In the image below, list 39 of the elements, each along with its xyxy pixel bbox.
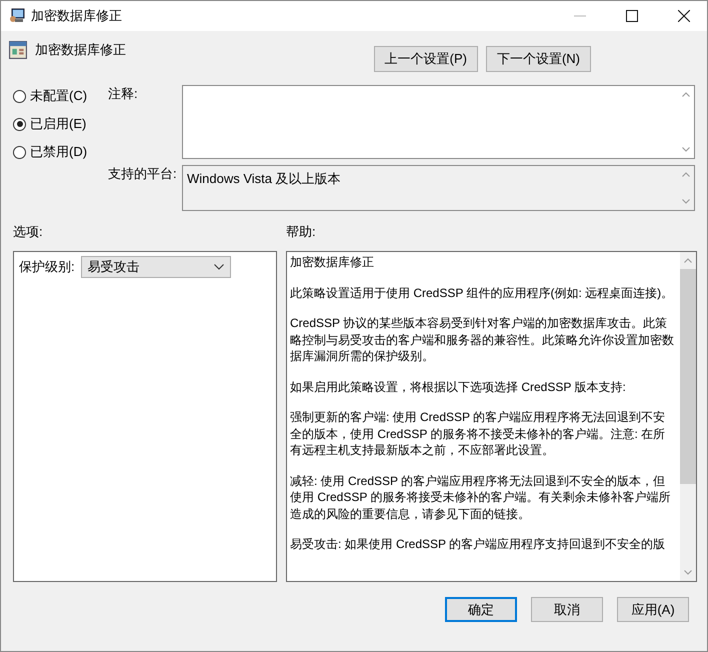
radio-button[interactable]	[13, 90, 26, 102]
dialog-button[interactable]: 取消	[531, 597, 603, 622]
radio-option[interactable]: 已禁用(D)	[13, 143, 108, 161]
nav-button[interactable]: 下一个设置(N)	[486, 46, 591, 72]
help-paragraph: 强制更新的客户端: 使用 CredSSP 的客户端应用程序将无法回退到不安全的版本，使用 CredSSP 的服务将不接受未修补的客户端。注意: 在所有远程主机支持最新版本之前，不应部署此设置。	[290, 409, 666, 458]
policy-icon	[9, 41, 27, 59]
options-label: 选项:	[13, 223, 44, 241]
scroll-down-icon[interactable]	[682, 147, 690, 152]
radio-option[interactable]: 已启用(E)	[13, 115, 108, 133]
platform-label: 支持的平台:	[108, 165, 178, 183]
platform-field: Windows Vista 及以上版本	[182, 165, 695, 211]
help-paragraph: 此策略设置适用于使用 CredSSP 组件的应用程序(例如: 远程桌面连接)。	[290, 284, 674, 301]
maximize-icon[interactable]	[626, 10, 638, 22]
protection-level-label: 保护级别:	[19, 258, 75, 276]
caret-icon	[214, 264, 224, 270]
setting-title: 加密数据库修正	[35, 41, 126, 59]
dialog-button[interactable]: 应用(A)	[617, 597, 689, 622]
close-icon[interactable]	[678, 10, 690, 22]
help-paragraph: 加密数据库修正	[290, 254, 375, 270]
protection-level-dropdown[interactable]: 易受攻击	[80, 256, 231, 278]
help-paragraph: 易受攻击: 如果使用 CredSSP 的客户端应用程序支持回退到不安全的版	[290, 536, 666, 552]
window-title: 加密数据库修正	[31, 7, 122, 25]
radio-button[interactable]	[13, 118, 26, 130]
help-paragraph: 减轻: 使用 CredSSP 的客户端应用程序将无法回退到不安全的版本，但使用 CredSSP 的服务将接受未修补的客户端。有关剩余未修补客户端所造成的风险的重要信息，请参见下面的链接。	[290, 472, 672, 522]
scroll-down-icon[interactable]	[682, 199, 690, 204]
radio-option[interactable]: 未配置(C)	[13, 87, 108, 105]
radio-button[interactable]	[13, 146, 26, 158]
nav-button[interactable]: 上一个设置(P)	[374, 46, 478, 72]
scrollbar-thumb[interactable]	[680, 269, 696, 484]
comment-label: 注释:	[108, 85, 139, 103]
help-paragraph: 如果启用此策略设置，将根据以下选项选择 CredSSP 版本支持:	[290, 378, 627, 395]
scroll-up-icon[interactable]	[682, 92, 690, 97]
scroll-up-icon[interactable]	[684, 258, 692, 263]
dialog-button[interactable]: 确定	[445, 597, 517, 622]
help-label: 帮助:	[286, 223, 317, 241]
scroll-up-icon[interactable]	[682, 172, 690, 177]
computer-icon	[9, 8, 25, 24]
help-paragraph: CredSSP 协议的某些版本容易受到针对客户端的加密数据库攻击。此策略控制与易受攻击的客户端和服务器的兼容性。此策略允许你设置加密数据库漏洞所需的保护级别。	[290, 315, 675, 364]
scroll-down-icon[interactable]	[684, 570, 692, 575]
